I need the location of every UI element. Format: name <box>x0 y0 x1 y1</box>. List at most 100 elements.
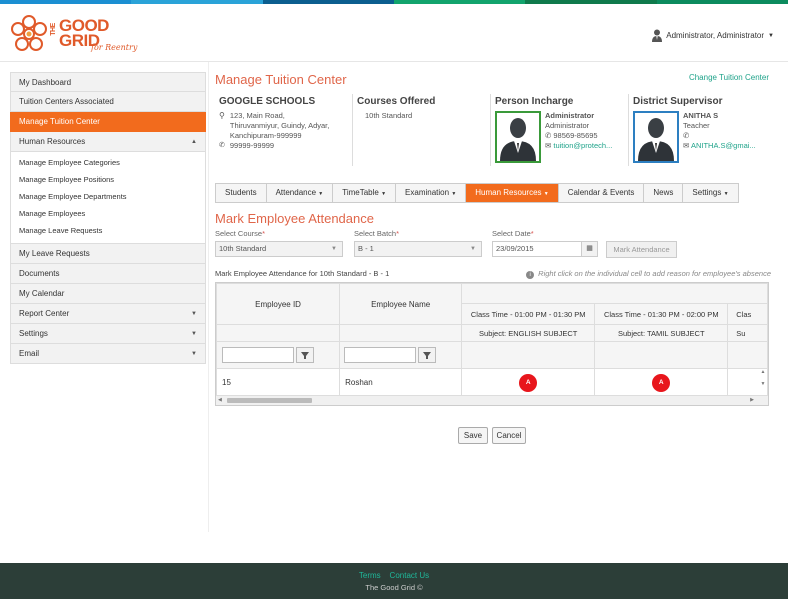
center-info-panel: GOOGLE SCHOOLS ⚲ 123, Main Road, Thiruva… <box>215 94 775 166</box>
sidebar: My Dashboard Tuition Centers Associated … <box>10 72 206 364</box>
attendance-cell[interactable]: A <box>594 368 729 397</box>
sidebar-item-label: Manage Tuition Center <box>19 117 100 126</box>
tab-examination[interactable]: Examination ▼ <box>396 184 467 202</box>
column-header-class-1-time: Class Time - 01:00 PM - 01:30 PM <box>461 303 596 325</box>
tab-students[interactable]: Students <box>216 184 267 202</box>
batch-select[interactable]: B - 1 ▼ <box>354 241 482 257</box>
tab-attendance[interactable]: Attendance ▼ <box>267 184 334 202</box>
submenu-item-employee-departments[interactable]: Manage Employee Departments <box>11 188 205 205</box>
person-incharge-phone: 98569-85695 <box>553 131 598 140</box>
sidebar-item-report-center[interactable]: Report Center ▼ <box>10 304 206 324</box>
user-menu[interactable]: Administrator, Administrator ▼ <box>652 29 774 42</box>
submenu-item-employee-positions[interactable]: Manage Employee Positions <box>11 171 205 188</box>
tab-news[interactable]: News <box>644 184 684 202</box>
column-header-employee-id[interactable]: Employee ID <box>216 283 341 325</box>
vertical-scrollbar[interactable]: ▲ ▼ <box>758 369 768 393</box>
column-header-label: Employee Name <box>371 299 431 309</box>
courses-info: Courses Offered 10th Standard <box>353 94 491 166</box>
sidebar-item-label: My Leave Requests <box>19 249 90 258</box>
logo[interactable]: THE GOOD GRID for Reentry <box>9 12 149 58</box>
contact-link[interactable]: Contact Us <box>390 571 430 580</box>
district-supervisor-name: ANITHA S <box>683 111 719 120</box>
district-supervisor-heading: District Supervisor <box>633 96 723 107</box>
absent-badge[interactable]: A <box>652 373 671 392</box>
person-incharge-email[interactable]: tuition@protech... <box>553 141 612 150</box>
hr-submenu: Manage Employee Categories Manage Employ… <box>10 152 206 244</box>
submenu-item-employees[interactable]: Manage Employees <box>11 205 205 222</box>
sidebar-item-human-resources[interactable]: Human Resources ▲ <box>10 132 206 152</box>
attendance-for-label: Mark Employee Attendance for 10th Standa… <box>215 269 390 278</box>
sidebar-item-settings[interactable]: Settings ▼ <box>10 324 206 344</box>
scroll-up-icon[interactable]: ▲ <box>758 369 768 375</box>
calendar-icon[interactable]: ▦ <box>581 242 597 256</box>
sidebar-item-dashboard[interactable]: My Dashboard <box>10 72 206 92</box>
cancel-button[interactable]: Cancel <box>492 427 526 444</box>
sidebar-item-documents[interactable]: Documents <box>10 264 206 284</box>
submenu-item-employee-categories[interactable]: Manage Employee Categories <box>11 154 205 171</box>
sidebar-item-tuition-centers[interactable]: Tuition Centers Associated <box>10 92 206 112</box>
sidebar-item-label: Report Center <box>19 309 70 318</box>
caret-down-icon: ▼ <box>451 191 457 197</box>
terms-link[interactable]: Terms <box>359 571 381 580</box>
caret-down-icon: ▼ <box>331 246 337 252</box>
sidebar-item-my-leave-requests[interactable]: My Leave Requests <box>10 244 206 264</box>
scroll-down-icon[interactable]: ▼ <box>758 381 768 387</box>
tab-timetable[interactable]: TimeTable ▼ <box>333 184 397 202</box>
envelope-icon: ✉ <box>683 141 690 150</box>
change-tuition-center-link[interactable]: Change Tuition Center <box>689 73 769 82</box>
scroll-left-icon[interactable]: ◀ <box>218 397 222 403</box>
column-header-label: Employee ID <box>255 299 301 309</box>
sidebar-item-label: Email <box>19 349 40 358</box>
date-label-text: Select Date <box>492 229 531 238</box>
section-title: Mark Employee Attendance <box>215 211 374 226</box>
save-button[interactable]: Save <box>458 427 488 444</box>
column-header-class-2-time: Class Time - 01:30 PM - 02:00 PM <box>594 303 729 325</box>
filter-icon[interactable] <box>296 347 314 363</box>
footer: Terms Contact Us The Good Grid © <box>0 563 788 599</box>
phone-icon: ✆ <box>683 131 690 140</box>
school-name: GOOGLE SCHOOLS <box>219 96 316 107</box>
column-header-employee-name[interactable]: Employee Name <box>339 283 463 325</box>
district-supervisor-role: Teacher <box>683 121 710 130</box>
mark-attendance-button[interactable]: Mark Attendance <box>606 241 677 258</box>
scrollbar-thumb[interactable] <box>227 398 312 403</box>
tab-human-resources[interactable]: Human Resources ▼ <box>466 184 559 202</box>
column-group-header <box>461 283 768 304</box>
date-label: Select Date* <box>492 229 534 238</box>
tab-calendar-events[interactable]: Calendar & Events <box>559 184 645 202</box>
filter-cell <box>594 341 729 369</box>
employee-id-cell: 15 <box>216 368 341 397</box>
caret-down-icon: ▼ <box>318 191 324 197</box>
info-icon: i <box>526 271 535 279</box>
courses-heading: Courses Offered <box>357 96 436 107</box>
district-supervisor-email[interactable]: ANITHA.S@gmai... <box>691 141 756 150</box>
person-incharge-role: Administrator <box>545 121 590 130</box>
sidebar-item-manage-tuition-center[interactable]: Manage Tuition Center <box>10 112 206 132</box>
sidebar-item-label: Settings <box>19 329 48 338</box>
chevron-up-icon: ▲ <box>191 139 197 145</box>
caret-down-icon: ▼ <box>723 191 729 197</box>
chevron-down-icon: ▼ <box>191 351 197 357</box>
sidebar-item-label: Human Resources <box>19 137 86 146</box>
footer-links: Terms Contact Us <box>0 571 788 580</box>
attendance-cell[interactable]: A <box>461 368 596 397</box>
sidebar-item-label: My Dashboard <box>19 78 72 87</box>
date-input[interactable]: 23/09/2015 ▦ <box>492 241 598 257</box>
horizontal-scrollbar[interactable]: ◀ ▶ <box>216 395 768 405</box>
school-info: GOOGLE SCHOOLS ⚲ 123, Main Road, Thiruva… <box>215 94 353 166</box>
phone-icon: ✆ <box>219 142 225 149</box>
center-nav: Students Attendance ▼ TimeTable ▼ Examin… <box>215 183 739 203</box>
sidebar-item-my-calendar[interactable]: My Calendar <box>10 284 206 304</box>
employee-id-filter-input[interactable] <box>222 347 294 363</box>
tab-settings[interactable]: Settings ▼ <box>683 184 737 202</box>
employee-name-cell: Roshan <box>339 368 463 397</box>
course-select[interactable]: 10th Standard ▼ <box>215 241 343 257</box>
absent-badge[interactable]: A <box>519 373 538 392</box>
employee-name-filter-input[interactable] <box>344 347 417 363</box>
column-header-class-3-time: Clas <box>727 303 768 325</box>
submenu-item-leave-requests[interactable]: Manage Leave Requests <box>11 222 205 239</box>
tab-label: Calendar & Events <box>567 188 635 197</box>
filter-icon[interactable] <box>418 347 437 363</box>
sidebar-item-email[interactable]: Email ▼ <box>10 344 206 364</box>
scroll-right-icon[interactable]: ▶ <box>750 397 754 403</box>
